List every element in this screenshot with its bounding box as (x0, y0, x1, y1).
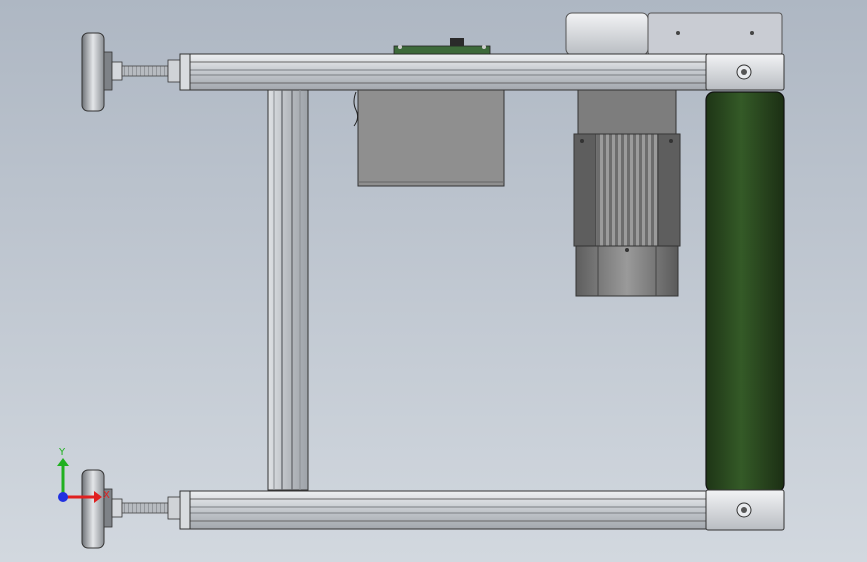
triad-z-axis (58, 492, 68, 502)
triad-x-arrowhead (94, 491, 102, 503)
triad-y-label: Y (58, 447, 66, 458)
triad-y-arrowhead (57, 458, 69, 466)
cad-viewport[interactable]: Y X (0, 0, 867, 562)
orientation-triad: Y X (57, 447, 110, 503)
triad-x-label: X (103, 490, 110, 501)
